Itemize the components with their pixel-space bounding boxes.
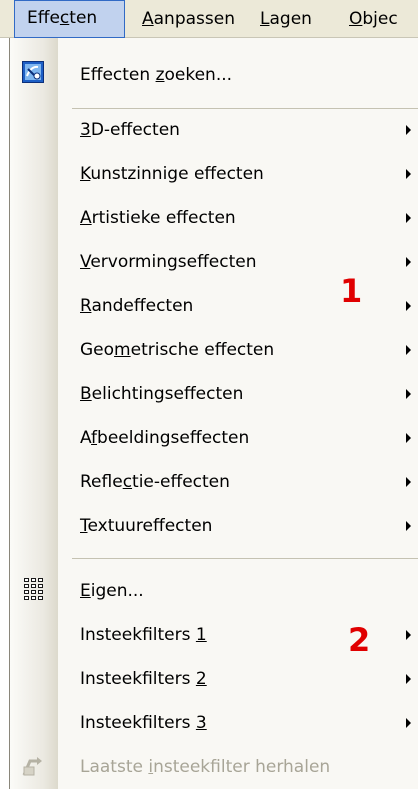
submenu-arrow-icon (406, 345, 411, 355)
menu-item-label: Kunstzinnige effecten (80, 164, 264, 184)
menu-item-texture-effects[interactable]: Textuureffecten (10, 504, 418, 548)
menu-aanpassen[interactable]: Aanpassen (142, 0, 235, 38)
submenu-arrow-icon (406, 630, 411, 640)
menu-lagen[interactable]: Lagen (260, 0, 312, 38)
menu-item-art-effects[interactable]: Kunstzinnige effecten (10, 152, 418, 196)
submenu-arrow-icon (406, 125, 411, 135)
menu-item-label: Afbeeldingseffecten (80, 428, 250, 448)
menu-item-artistic-effects[interactable]: Artistieke effecten (10, 196, 418, 240)
menu-separator (72, 558, 418, 559)
menu-item-label: Randeffecten (80, 296, 194, 316)
menu-item-label: Eigen... (80, 581, 144, 601)
menu-item-label: Vervormingseffecten (80, 252, 257, 272)
menu-item-label: Insteekfilters 1 (80, 625, 207, 645)
menu-bar: Effecten Aanpassen Lagen Objec (0, 0, 418, 38)
effects-search-icon (22, 61, 44, 83)
screen: Effecten Aanpassen Lagen Objec Effecten … (0, 0, 418, 789)
menu-item-label: Artistieke effecten (80, 208, 236, 228)
menu-item-label: Reflectie-effecten (80, 472, 230, 492)
menu-item-lighting-effects[interactable]: Belichtingseffecten (10, 372, 418, 416)
menu-effecten[interactable]: Effecten (14, 0, 125, 38)
menu-item-label: 3D-effecten (80, 120, 180, 140)
submenu-arrow-icon (406, 257, 411, 267)
menu-item-effects-search[interactable]: Effecten zoeken... (10, 53, 418, 97)
menu-item-label: Effecten zoeken... (80, 65, 233, 85)
submenu-arrow-icon (406, 433, 411, 443)
submenu-arrow-icon (406, 301, 411, 311)
menu-item-image-effects[interactable]: Afbeeldingseffecten (10, 416, 418, 460)
annotation-2: 2 (348, 621, 371, 659)
submenu-arrow-icon (406, 389, 411, 399)
menu-item-label: Laatste insteekfilter herhalen (80, 757, 331, 777)
repeat-filter-icon (22, 757, 42, 776)
submenu-arrow-icon (406, 674, 411, 684)
submenu-arrow-icon (406, 521, 411, 531)
menu-item-custom[interactable]: Eigen... (10, 569, 418, 613)
submenu-arrow-icon (406, 718, 411, 728)
menu-item-label: Geometrische effecten (80, 340, 275, 360)
submenu-arrow-icon (406, 477, 411, 487)
menu-item-plugin-filters-3[interactable]: Insteekfilters 3 (10, 701, 418, 745)
menu-item-reflection-effects[interactable]: Reflectie-effecten (10, 460, 418, 504)
grid-icon (24, 578, 43, 600)
menu-item-label: Belichtingseffecten (80, 384, 244, 404)
menu-item-label: Insteekfilters 2 (80, 669, 207, 689)
menu-item-geometric-effects[interactable]: Geometrische effecten (10, 328, 418, 372)
menu-item-repeat-last-filter: Laatste insteekfilter herhalen (10, 745, 418, 789)
menu-item-label: Insteekfilters 3 (80, 713, 207, 733)
annotation-1: 1 (340, 272, 363, 310)
effects-dropdown-menu: Effecten zoeken... 3D-effecten Kunstzinn… (9, 38, 418, 789)
menu-item-plugin-filters-2[interactable]: Insteekfilters 2 (10, 657, 418, 701)
menu-item-label: Textuureffecten (80, 516, 213, 536)
submenu-arrow-icon (406, 169, 411, 179)
submenu-arrow-icon (406, 213, 411, 223)
menu-item-3d-effects[interactable]: 3D-effecten (10, 108, 418, 152)
menu-object[interactable]: Objec (349, 0, 398, 38)
